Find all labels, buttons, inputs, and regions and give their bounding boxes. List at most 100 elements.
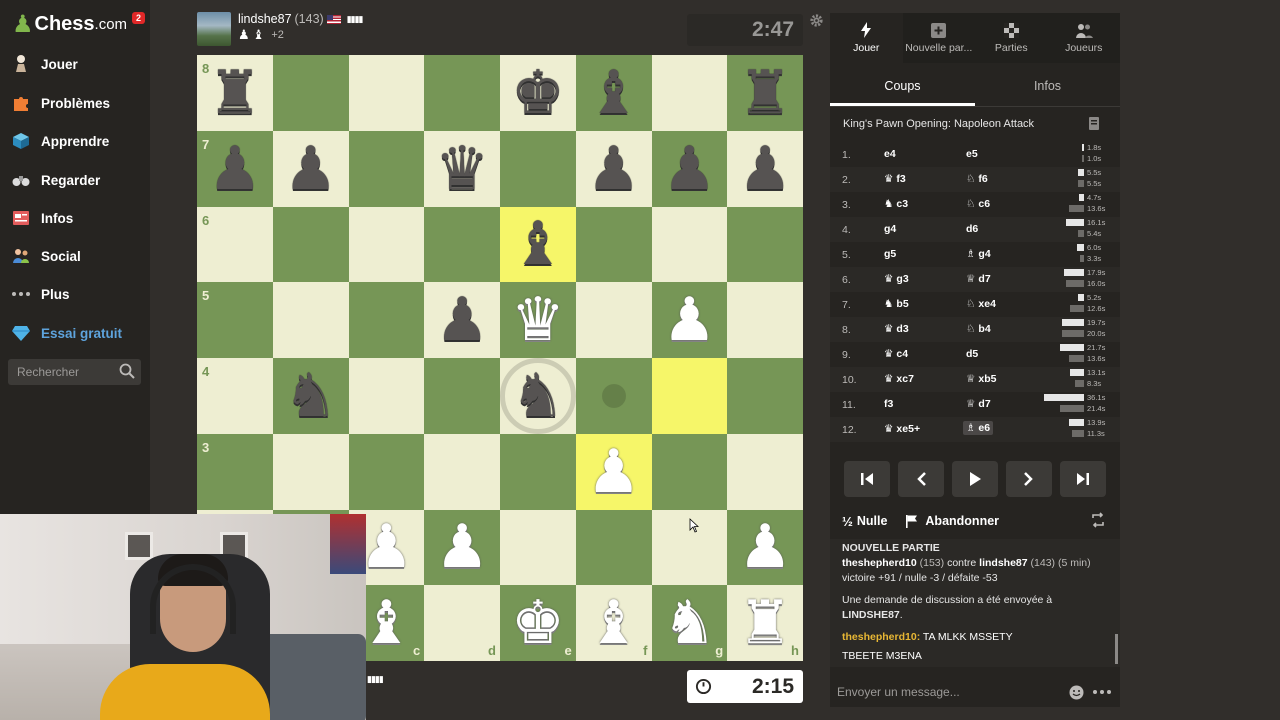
- chat-player1[interactable]: theshepherd10: [842, 557, 917, 569]
- black-move[interactable]: e5: [966, 148, 978, 160]
- square-g8[interactable]: [651, 55, 728, 131]
- sidebar-item-regarder[interactable]: Regarder: [10, 165, 145, 195]
- square-f2[interactable]: [575, 509, 652, 586]
- square-e3[interactable]: [500, 433, 576, 510]
- black-pawn-b7[interactable]: ♟: [273, 131, 349, 207]
- black-move[interactable]: ♘ c6: [966, 198, 990, 210]
- white-pawn-d2[interactable]: ♟: [424, 510, 500, 586]
- next-move-button[interactable]: [1006, 461, 1052, 497]
- black-move[interactable]: d6: [966, 223, 978, 235]
- square-d4[interactable]: [424, 358, 500, 434]
- sidebar-item-problemes[interactable]: Problèmes: [10, 88, 145, 118]
- white-move[interactable]: ♛ g3: [884, 273, 909, 285]
- square-c5[interactable]: [348, 282, 425, 358]
- square-f5[interactable]: [575, 282, 652, 358]
- square-d6[interactable]: [424, 206, 500, 283]
- square-a3[interactable]: 3: [197, 433, 273, 510]
- square-b6[interactable]: [272, 206, 349, 283]
- black-knight-e4[interactable]: ♞: [500, 358, 576, 434]
- chat-player2[interactable]: lindshe87: [979, 557, 1027, 569]
- white-knight-g1[interactable]: ♞: [652, 585, 728, 661]
- player-name[interactable]: lindshe87: [238, 12, 292, 26]
- black-move[interactable]: ♗ e6: [963, 421, 994, 435]
- square-g3[interactable]: [651, 433, 728, 510]
- black-move[interactable]: ♘ f6: [966, 173, 988, 185]
- black-pawn-d5[interactable]: ♟: [424, 282, 500, 358]
- square-c8[interactable]: [348, 55, 425, 131]
- square-e7[interactable]: [500, 130, 576, 207]
- square-a5[interactable]: 5: [197, 282, 273, 358]
- black-move[interactable]: ♘ b4: [966, 323, 991, 335]
- white-move[interactable]: ♛ c4: [884, 348, 908, 360]
- white-pawn-h2[interactable]: ♟: [727, 510, 803, 586]
- square-g4[interactable]: [651, 358, 728, 434]
- move-hint-dot[interactable]: [601, 383, 626, 408]
- square-f6[interactable]: [575, 206, 652, 283]
- square-b8[interactable]: [272, 55, 349, 131]
- white-move[interactable]: f3: [884, 398, 893, 410]
- tab-joueurs[interactable]: Joueurs: [1048, 13, 1121, 63]
- tab-infos[interactable]: Infos: [975, 69, 1120, 106]
- black-bishop-e6[interactable]: ♝: [500, 207, 576, 283]
- white-move[interactable]: g5: [884, 248, 896, 260]
- white-move[interactable]: ♞ b5: [884, 298, 909, 310]
- square-c6[interactable]: [348, 206, 425, 283]
- chat-message-author[interactable]: theshepherd10:: [842, 631, 920, 643]
- square-c7[interactable]: [348, 130, 425, 207]
- black-rook-a8[interactable]: ♜: [197, 55, 273, 131]
- sidebar-item-plus[interactable]: Plus: [10, 279, 145, 309]
- black-bishop-f8[interactable]: ♝: [576, 55, 652, 131]
- sidebar-item-infos[interactable]: Infos: [10, 203, 145, 233]
- black-pawn-a7[interactable]: ♟: [197, 131, 273, 207]
- square-g6[interactable]: [651, 206, 728, 283]
- emoji-icon[interactable]: [1069, 685, 1084, 700]
- resign-button[interactable]: Abandonner: [925, 514, 999, 528]
- draw-button[interactable]: Nulle: [857, 514, 888, 528]
- black-pawn-g7[interactable]: ♟: [652, 131, 728, 207]
- sidebar-item-social[interactable]: Social: [10, 241, 145, 271]
- square-d8[interactable]: [424, 55, 500, 131]
- square-h4[interactable]: [727, 358, 803, 434]
- search-input[interactable]: [8, 365, 108, 379]
- more-options-icon[interactable]: [1092, 685, 1112, 699]
- white-pawn-f3[interactable]: ♟: [576, 434, 652, 510]
- white-move[interactable]: g4: [884, 223, 896, 235]
- white-rook-h1[interactable]: ♜: [727, 585, 803, 661]
- white-move[interactable]: ♛ xe5+: [884, 423, 920, 435]
- square-h3[interactable]: [727, 433, 803, 510]
- white-move[interactable]: e4: [884, 148, 896, 160]
- black-pawn-h7[interactable]: ♟: [727, 131, 803, 207]
- black-rook-h8[interactable]: ♜: [727, 55, 803, 131]
- square-a6[interactable]: 6: [197, 206, 273, 283]
- sidebar-item-essai-gratuit[interactable]: Essai gratuit: [10, 318, 145, 348]
- white-bishop-f1[interactable]: ♝: [576, 585, 652, 661]
- last-move-button[interactable]: [1060, 461, 1106, 497]
- white-move[interactable]: ♛ xc7: [884, 373, 914, 385]
- chat-scrollbar[interactable]: [1115, 634, 1118, 664]
- square-b5[interactable]: [272, 282, 349, 358]
- avatar[interactable]: [197, 12, 231, 46]
- message-input[interactable]: [837, 685, 1057, 699]
- black-knight-b4[interactable]: ♞: [273, 358, 349, 434]
- white-move[interactable]: ♛ d3: [884, 323, 909, 335]
- flip-board-icon[interactable]: [1090, 512, 1106, 528]
- square-h6[interactable]: [727, 206, 803, 283]
- search-icon[interactable]: [119, 363, 135, 379]
- tab-coups[interactable]: Coups: [830, 69, 975, 106]
- chess-logo[interactable]: ♟ Chess .com: [12, 10, 127, 38]
- square-e2[interactable]: [500, 509, 576, 586]
- white-move[interactable]: ♛ f3: [884, 173, 906, 185]
- tab-nouvelle-partie[interactable]: Nouvelle par...: [903, 13, 976, 63]
- sidebar-item-apprendre[interactable]: Apprendre: [10, 126, 145, 156]
- square-c3[interactable]: [348, 433, 425, 510]
- white-pawn-g5[interactable]: ♟: [652, 282, 728, 358]
- square-a4[interactable]: 4: [197, 358, 273, 434]
- black-move[interactable]: d5: [966, 348, 978, 360]
- sidebar-item-jouer[interactable]: Jouer: [10, 49, 145, 79]
- white-queen-e5[interactable]: ♛: [500, 282, 576, 358]
- black-move[interactable]: ♗ g4: [966, 248, 991, 260]
- black-move[interactable]: ♘ xe4: [966, 298, 996, 310]
- white-move[interactable]: ♞ c3: [884, 198, 908, 210]
- notification-badge[interactable]: 2: [132, 12, 146, 24]
- square-b3[interactable]: [272, 433, 349, 510]
